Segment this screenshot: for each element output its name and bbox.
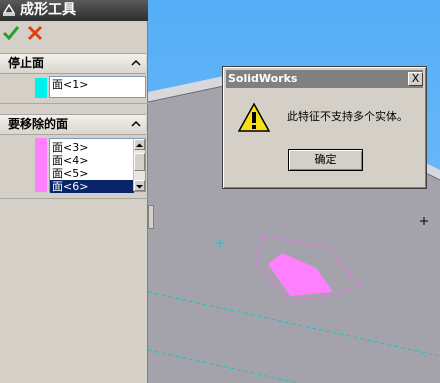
- property-manager-titlebar: 成形工具: [0, 0, 148, 21]
- solidworks-dialog: SolidWorks X 此特征不支持多个实体。 确定: [222, 66, 427, 189]
- remove-faces-listbox[interactable]: 面<3> 面<4> 面<5> 面<6>: [49, 138, 146, 193]
- scroll-up-button[interactable]: [134, 139, 145, 150]
- list-item[interactable]: 面<4>: [50, 154, 145, 167]
- remove-faces-header[interactable]: 要移除的面: [0, 114, 146, 135]
- stop-face-header[interactable]: 停止面: [0, 53, 146, 74]
- list-item[interactable]: 面<3>: [50, 141, 145, 154]
- group-divider: [0, 103, 148, 104]
- selection-item[interactable]: 面<1>: [50, 78, 145, 91]
- property-manager: 成形工具 停止面 面<1> 要移除的面 面<3> 面<4> 面<5> 面<6>: [0, 0, 148, 383]
- stop-face-group: 停止面: [0, 53, 146, 74]
- collapse-icon[interactable]: [131, 119, 141, 129]
- scroll-down-button[interactable]: [134, 180, 145, 191]
- scroll-thumb[interactable]: [134, 153, 145, 171]
- group-divider: [0, 198, 148, 199]
- panel-splitter[interactable]: [148, 205, 154, 229]
- model-view: [148, 72, 440, 383]
- stop-face-color-swatch: [35, 78, 47, 98]
- arrow-down-icon: [136, 185, 143, 189]
- list-item-selected[interactable]: 面<6>: [50, 180, 134, 193]
- property-manager-title: 成形工具: [20, 2, 76, 18]
- warning-icon: [237, 102, 271, 132]
- x-icon[interactable]: [26, 24, 44, 42]
- check-icon[interactable]: [2, 24, 20, 42]
- listbox-scrollbar[interactable]: [133, 139, 145, 191]
- dialog-message: 此特征不支持多个实体。: [287, 110, 408, 123]
- dialog-ok-button[interactable]: 确定: [288, 149, 363, 171]
- ok-cancel-bar: [0, 21, 148, 47]
- remove-faces-group: 要移除的面: [0, 114, 146, 135]
- remove-faces-color-swatch: [35, 138, 47, 192]
- forming-tool-icon: [2, 3, 16, 16]
- dialog-close-button[interactable]: X: [408, 72, 423, 86]
- stop-face-selection-box[interactable]: 面<1>: [49, 76, 146, 98]
- stop-face-header-label: 停止面: [8, 56, 45, 70]
- graphics-viewport[interactable]: [148, 0, 440, 383]
- arrow-up-icon: [136, 143, 143, 147]
- collapse-icon[interactable]: [131, 58, 141, 68]
- dialog-title: SolidWorks: [226, 70, 423, 88]
- remove-faces-header-label: 要移除的面: [8, 117, 69, 131]
- list-item[interactable]: 面<5>: [50, 167, 145, 180]
